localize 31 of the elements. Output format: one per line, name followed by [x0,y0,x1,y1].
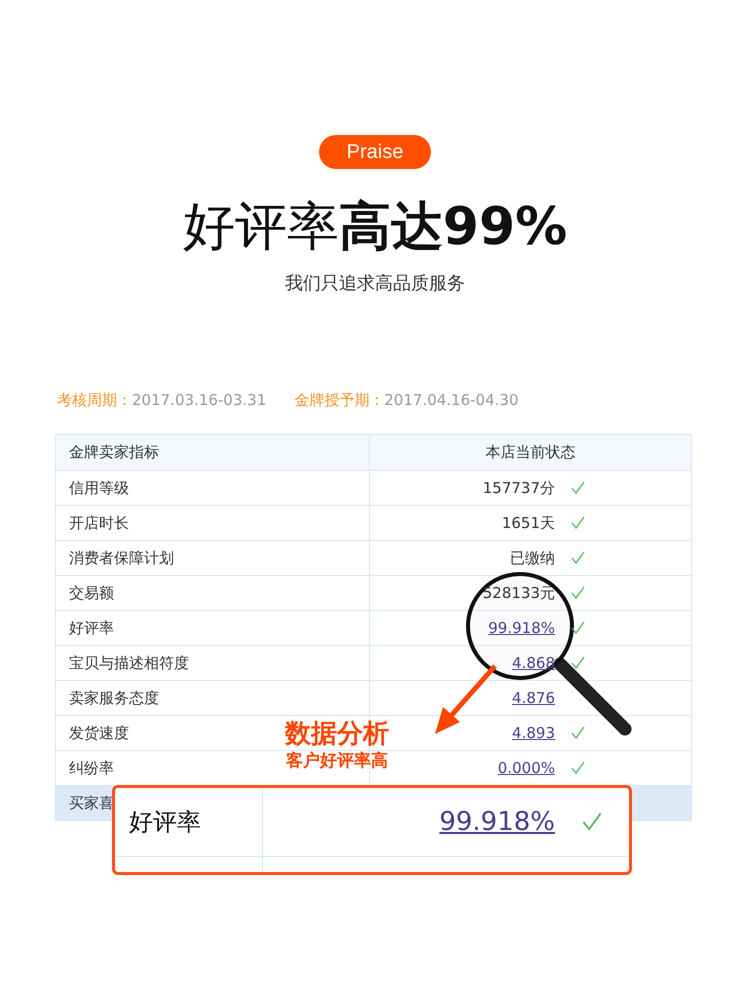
metric-link[interactable]: 4.893 [512,724,555,742]
column-header: 金牌卖家指标 [69,443,159,462]
metric-label: 发货速度 [69,724,129,742]
metric-value: 157737分 [482,478,555,498]
callout-title: 数据分析 [285,718,389,750]
metric-link[interactable]: 0.000% [498,759,555,777]
period-text: 考核周期：2017.03.16-03.31 [57,391,266,410]
column-header: 本店当前状态 [486,443,576,462]
headline: 好评率高达99% [182,196,568,259]
metric-label: 宝贝与描述相符度 [69,654,189,672]
metric-value: 已缴纳 [510,548,555,568]
zoom-label: 好评率 [129,807,201,838]
metric-label: 好评率 [69,618,114,638]
metric-link[interactable]: 99.918% [488,619,555,637]
subtitle: 我们只追求高品质服务 [285,272,465,295]
metric-label: 信用等级 [69,478,129,498]
metric-label: 纠纷率 [69,758,114,778]
arrow-icon [435,664,497,734]
praise-badge: Praise [319,135,431,169]
metric-label: 消费者保障计划 [69,548,174,568]
metric-label: 交易额 [69,584,114,602]
metric-label: 开店时长 [69,514,129,532]
callout-subtitle: 客户好评率高 [286,750,388,772]
metric-link[interactable]: 4.876 [512,689,555,707]
metric-value: 528133元 [482,584,555,602]
metric-label: 买家喜 [69,794,114,812]
zoom-link[interactable]: 99.918% [439,807,555,837]
metric-value: 1651天 [502,514,555,532]
metric-link[interactable]: 4.868 [512,654,555,672]
metric-label: 卖家服务态度 [69,688,159,708]
period-text: 金牌授予期：2017.04.16-04.30 [294,391,518,410]
